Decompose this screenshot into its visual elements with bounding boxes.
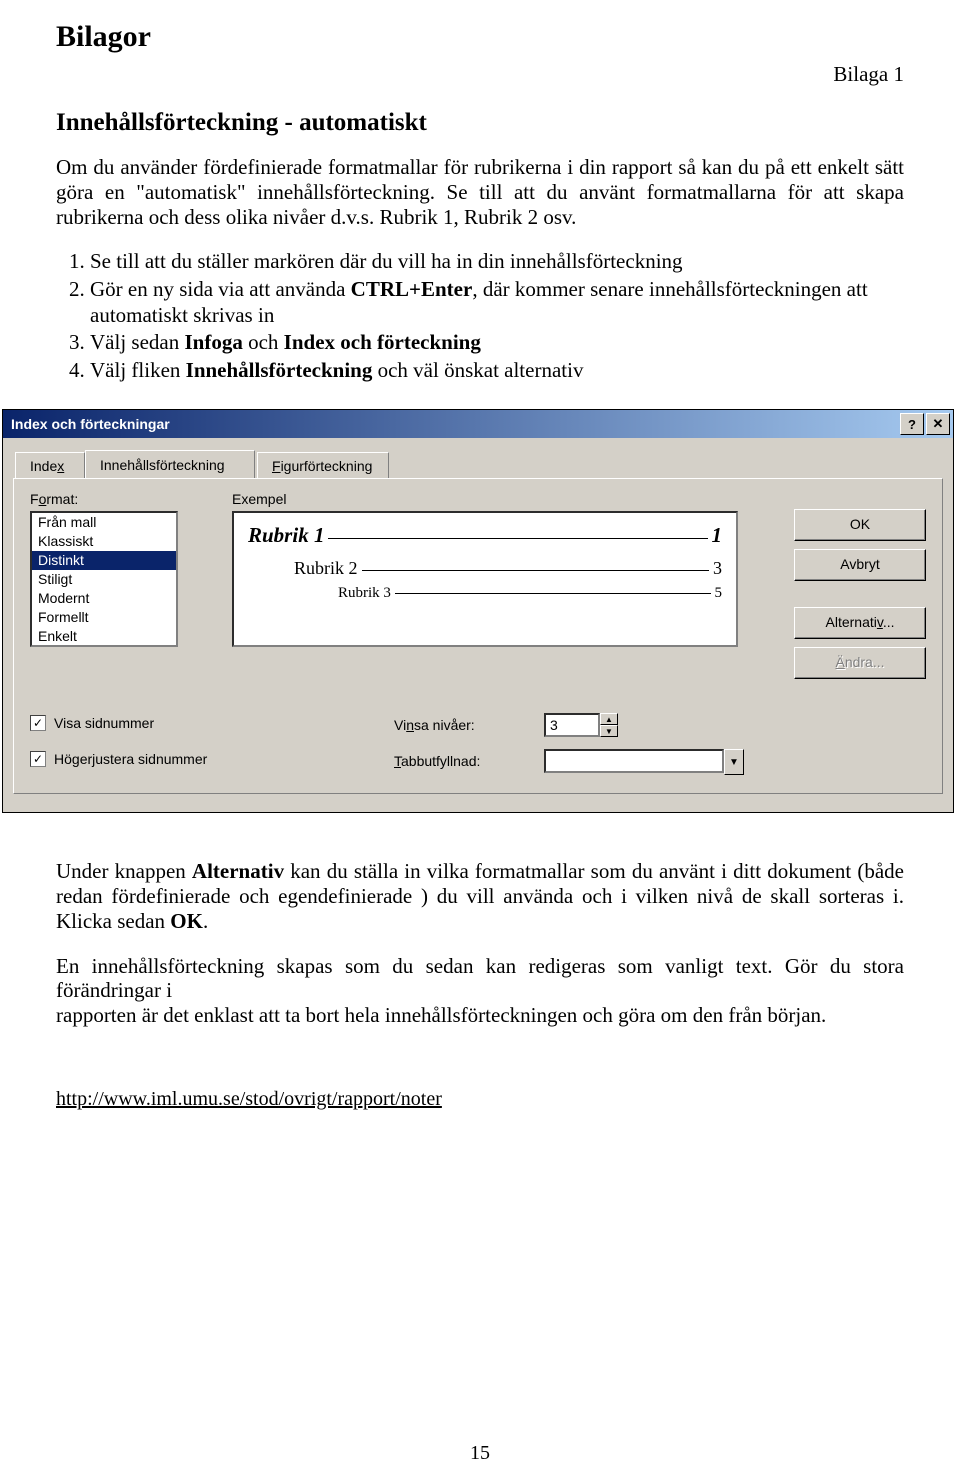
page-number: 15	[0, 1442, 960, 1465]
step-1: Se till att du ställer markören där du v…	[90, 249, 904, 275]
step-4: Välj fliken Innehållsförteckning och väl…	[90, 358, 904, 384]
example-label: Exempel	[232, 491, 286, 507]
step-3: Välj sedan Infoga och Index och förteckn…	[90, 330, 904, 356]
intro-paragraph: Om du använder fördefinierade formatmall…	[56, 155, 904, 229]
format-item-selected[interactable]: Distinkt	[32, 551, 176, 570]
levels-field[interactable]: 3	[544, 713, 600, 737]
preview-r2: Rubrik 2	[294, 558, 358, 579]
footer-url[interactable]: http://www.iml.umu.se/stod/ovrigt/rappor…	[56, 1088, 904, 1111]
modify-button[interactable]: Ändra...	[794, 647, 926, 679]
help-button[interactable]: ?	[900, 413, 924, 435]
dialog-index-fort: Index och förteckningar ? ✕ Index Innehå…	[2, 409, 954, 813]
steps-list: Se till att du ställer markören där du v…	[90, 249, 904, 383]
preview-r1: Rubrik 1	[248, 523, 324, 548]
format-item[interactable]: Formellt	[32, 608, 176, 627]
options-button[interactable]: Alternativ...	[794, 607, 926, 639]
format-item[interactable]: Från mall	[32, 513, 176, 532]
preview-box: Rubrik 11 Rubrik 23 Rubrik 35	[232, 511, 738, 647]
tabfill-combo[interactable]	[544, 749, 724, 773]
levels-label: Vinsa nivåer:	[394, 717, 475, 733]
right-align-checkbox[interactable]: ✓ Högerjustera sidnummer	[30, 751, 207, 767]
preview-r3: Rubrik 3	[338, 585, 391, 602]
dialog-title: Index och förteckningar	[11, 416, 170, 432]
format-listbox[interactable]: Från mall Klassiskt Distinkt Stiligt Mod…	[30, 511, 178, 647]
ok-button[interactable]: OK	[794, 509, 926, 541]
combo-dropdown-icon[interactable]: ▼	[724, 749, 744, 775]
tabfill-label: Tabbutfyllnad:	[394, 753, 480, 769]
check-icon: ✓	[30, 715, 46, 731]
show-pagenum-checkbox[interactable]: ✓ Visa sidnummer	[30, 715, 154, 731]
format-item[interactable]: Klassiskt	[32, 532, 176, 551]
step-2: Gör en ny sida via att använda CTRL+Ente…	[90, 277, 904, 328]
format-label: Format:	[30, 491, 78, 507]
tab-toc[interactable]: Innehållsförteckning	[85, 450, 255, 478]
close-button[interactable]: ✕	[926, 413, 950, 435]
section-heading: Innehållsförteckning - automatiskt	[56, 109, 904, 137]
cancel-button[interactable]: Avbryt	[794, 549, 926, 581]
dialog-titlebar[interactable]: Index och förteckningar ? ✕	[3, 410, 953, 438]
after-paragraph-1: Under knappen Alternativ kan du ställa i…	[56, 859, 904, 933]
tab-fig[interactable]: Figurförteckning	[257, 452, 389, 478]
levels-spinner[interactable]: ▲ ▼	[600, 713, 618, 737]
after-paragraph-3: rapporten är det enklast att ta bort hel…	[56, 1003, 904, 1028]
after-paragraph-2: En innehållsförteckning skapas som du se…	[56, 954, 904, 1004]
check-icon: ✓	[30, 751, 46, 767]
spin-down-icon[interactable]: ▼	[600, 725, 618, 737]
tab-index[interactable]: Index	[15, 452, 85, 478]
format-item[interactable]: Modernt	[32, 589, 176, 608]
page-heading: Bilagor	[56, 20, 904, 54]
attachment-label: Bilaga 1	[56, 62, 904, 87]
format-item[interactable]: Stiligt	[32, 570, 176, 589]
tab-panel: Format: Från mall Klassiskt Distinkt Sti…	[13, 478, 943, 794]
spin-up-icon[interactable]: ▲	[600, 713, 618, 725]
tabs-row: Index Innehållsförteckning Figurförteckn…	[13, 452, 943, 478]
format-item[interactable]: Enkelt	[32, 627, 176, 646]
